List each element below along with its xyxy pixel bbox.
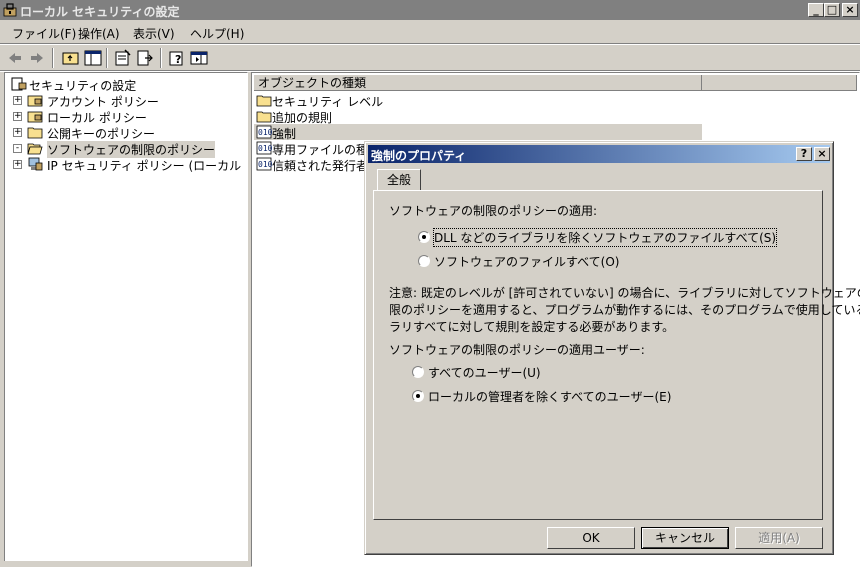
- menu-file[interactable]: ファイル(F): [12, 25, 76, 42]
- tree-pane[interactable]: セキュリティの設定 + アカウント ポリシー + ローカル ポリシー + 公開キ…: [4, 72, 248, 567]
- folder-lock-icon: [27, 95, 43, 107]
- list-item-label: 信頼された発行者: [272, 159, 369, 173]
- note-line: ラリすべてに対して規則を設定する必要があります。: [389, 320, 675, 334]
- tree-item-security-settings[interactable]: セキュリティの設定: [9, 76, 245, 93]
- dialog-help-button[interactable]: ?: [796, 147, 812, 161]
- menu-help[interactable]: ヘルプ(H): [190, 25, 244, 42]
- local-security-settings-icon: [3, 3, 17, 17]
- menu-bar: ファイル(F) 操作(A) 表示(V) ヘルプ(H): [0, 21, 860, 43]
- enforcement-properties-dialog[interactable]: 強制のプロパティ ? × 全般 ソフトウェアの制限のポリシーの適用: DLL な…: [364, 141, 860, 555]
- export-list-icon[interactable]: [136, 49, 154, 67]
- radio-label: すべてのユーザー(U): [428, 366, 541, 380]
- ok-button[interactable]: OK: [547, 527, 635, 549]
- cancel-button[interactable]: キャンセル: [641, 527, 729, 549]
- toolbar-separator: [106, 48, 108, 68]
- up-folder-icon[interactable]: [62, 49, 80, 67]
- expand-toggle[interactable]: +: [13, 96, 22, 105]
- folder-icon: [27, 127, 43, 139]
- help-icon[interactable]: ?: [168, 49, 186, 67]
- radio-button[interactable]: [418, 255, 430, 267]
- apply-section-label: ソフトウェアの制限のポリシーの適用:: [389, 204, 598, 218]
- users-section-label: ソフトウェアの制限のポリシーの適用ユーザー:: [389, 343, 645, 357]
- general-tab-panel: ソフトウェアの制限のポリシーの適用: DLL などのライブラリを除くソフトウェア…: [373, 190, 860, 520]
- folder-lock-icon: [27, 111, 43, 123]
- expand-toggle[interactable]: +: [13, 160, 22, 169]
- ip-security-icon: [28, 157, 43, 171]
- radio-all-software-files[interactable]: ソフトウェアのファイルすべて(O): [418, 253, 748, 269]
- policy-setting-icon: 010: [256, 157, 272, 171]
- radio-button[interactable]: [412, 390, 424, 402]
- back-arrow-icon[interactable]: [6, 49, 24, 67]
- show-hide-tree-icon[interactable]: [84, 49, 102, 67]
- note-text: 注意: 既定のレベルが [許可されていない] の場合に、ライブラリに対してソフト…: [389, 284, 860, 335]
- column-header-object-type[interactable]: オブジェクトの種類: [254, 75, 702, 91]
- svg-text:010: 010: [258, 144, 272, 153]
- minimize-button[interactable]: _: [808, 3, 824, 17]
- list-item-enforcement[interactable]: 010 強制: [254, 124, 702, 141]
- tree-item-local-policy[interactable]: + ローカル ポリシー: [9, 108, 245, 125]
- tree-item-public-key-policy[interactable]: + 公開キーのポリシー: [9, 124, 245, 141]
- window-title-bar[interactable]: ローカル セキュリティの設定 _ □ ×: [0, 0, 860, 20]
- svg-text:010: 010: [258, 160, 272, 169]
- toolbar: ?: [0, 45, 860, 71]
- menu-view[interactable]: 表示(V): [133, 25, 175, 42]
- radio-button[interactable]: [412, 366, 424, 378]
- radio-label: ソフトウェアのファイルすべて(O): [434, 255, 620, 269]
- expand-toggle[interactable]: +: [13, 112, 22, 121]
- radio-button[interactable]: [418, 231, 430, 243]
- tree-item-account-policy[interactable]: + アカウント ポリシー: [9, 92, 245, 109]
- apply-button[interactable]: 適用(A): [735, 527, 823, 549]
- folder-icon: [256, 111, 272, 123]
- note-line: 限のポリシーを適用すると、プログラムが動作するには、そのプログラムで使用している…: [389, 303, 860, 317]
- note-line: 注意: 既定のレベルが [許可されていない] の場合に、ライブラリに対してソフト…: [389, 286, 860, 300]
- tab-general[interactable]: 全般: [377, 169, 421, 191]
- window-title: ローカル セキュリティの設定: [20, 5, 180, 19]
- properties-icon[interactable]: [114, 49, 132, 67]
- radio-dot: [416, 394, 420, 398]
- tree-horizontal-scrollbar[interactable]: [4, 561, 248, 567]
- menu-action[interactable]: 操作(A): [78, 25, 120, 42]
- folder-icon: [256, 95, 272, 107]
- tree-item-ip-security-policy[interactable]: + IP セキュリティ ポリシー (ローカル コンピュー: [9, 156, 245, 172]
- dialog-close-button[interactable]: ×: [814, 147, 830, 161]
- console-icon[interactable]: [190, 49, 208, 67]
- folder-open-icon: [27, 143, 43, 155]
- radio-dot: [422, 235, 426, 239]
- svg-text:010: 010: [258, 128, 272, 137]
- list-item-security-levels[interactable]: セキュリティ レベル: [254, 92, 702, 109]
- list-item-additional-rules[interactable]: 追加の規則: [254, 108, 702, 125]
- column-header-empty: [702, 75, 857, 91]
- dialog-title-bar[interactable]: 強制のプロパティ ? ×: [368, 145, 830, 163]
- toolbar-separator: [52, 48, 54, 68]
- radio-label: ローカルの管理者を除くすべてのユーザー(E): [428, 390, 672, 404]
- tree-item-label: IP セキュリティ ポリシー (ローカル コンピュー: [47, 159, 245, 172]
- expand-toggle[interactable]: +: [13, 128, 22, 137]
- dialog-title: 強制のプロパティ: [371, 149, 467, 163]
- radio-all-users[interactable]: すべてのユーザー(U): [412, 364, 712, 380]
- forward-arrow-icon[interactable]: [28, 49, 46, 67]
- toolbar-separator: [160, 48, 162, 68]
- radio-label: DLL などのライブラリを除くソフトウェアのファイルすべて(S): [432, 228, 778, 247]
- svg-text:?: ?: [175, 53, 181, 66]
- radio-exclude-libraries[interactable]: DLL などのライブラリを除くソフトウェアのファイルすべて(S): [418, 228, 778, 247]
- policy-setting-icon: 010: [256, 141, 272, 155]
- radio-all-users-except-local-admins[interactable]: ローカルの管理者を除くすべてのユーザー(E): [412, 388, 712, 404]
- security-settings-icon: [11, 77, 27, 91]
- policy-setting-icon: 010: [256, 125, 272, 139]
- tree-item-software-restriction-policy[interactable]: - ソフトウェアの制限のポリシー: [9, 140, 245, 158]
- close-window-button[interactable]: ×: [842, 3, 858, 17]
- maximize-button[interactable]: □: [824, 3, 840, 17]
- collapse-toggle[interactable]: -: [13, 144, 22, 153]
